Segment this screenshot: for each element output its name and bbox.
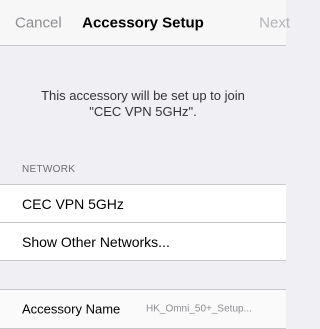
info-message-line1: This accessory will be set up to join: [41, 88, 245, 103]
network-item-cec-vpn-5ghz[interactable]: CEC VPN 5GHz: [0, 185, 286, 222]
navigation-bar: Cancel Accessory Setup Next: [0, 0, 290, 46]
accessory-name-label: Accessory Name: [22, 301, 121, 317]
network-item-label: CEC VPN 5GHz: [22, 195, 124, 212]
show-other-networks-row[interactable]: Show Other Networks...: [0, 222, 286, 260]
show-other-networks-label: Show Other Networks...: [22, 233, 170, 250]
network-list: CEC VPN 5GHz Show Other Networks...: [0, 184, 286, 261]
network-section-header: NETWORK: [22, 164, 76, 175]
accessory-name-row[interactable]: Accessory Name HK_Omni_50+_Setup...: [0, 290, 286, 328]
accessory-name-value[interactable]: HK_Omni_50+_Setup...: [146, 304, 252, 315]
info-message: This accessory will be set up to join "C…: [20, 88, 266, 120]
next-button[interactable]: Next: [259, 15, 290, 32]
accessory-name-group: Accessory Name HK_Omni_50+_Setup...: [0, 289, 286, 329]
info-message-line2: "CEC VPN 5GHz".: [89, 104, 197, 119]
page-title: Accessory Setup: [82, 14, 204, 32]
